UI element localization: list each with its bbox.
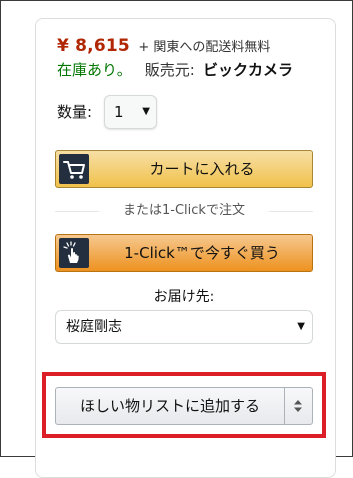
price-row: ¥ 8,615 + 関東への配送料無料 [57,35,270,59]
availability-row: 在庫あり。 販売元: ビックカメラ [57,59,293,81]
quantity-value: 1 [114,103,124,121]
or-divider: または1-Clickで注文 [55,201,313,221]
add-to-wishlist-button[interactable]: ほしい物リストに追加する [55,387,313,425]
add-to-cart-button[interactable]: カートに入れる [55,150,313,188]
caret-down-icon: ▼ [297,321,305,332]
price: ¥ 8,615 [57,36,130,56]
seller-name: ビックカメラ [202,61,293,79]
tap-hand-icon [59,238,89,268]
one-click-buy-label: 1-Click™で今すぐ買う [124,244,280,262]
quantity-select[interactable]: 1 ▼ [104,95,157,129]
caret-down-icon: ▼ [142,106,150,117]
seller-label: 販売元: [144,61,195,79]
wishlist-dropdown-toggle[interactable] [284,388,312,424]
delivery-address-value: 桜庭剛志 [66,319,122,335]
one-click-buy-button[interactable]: 1-Click™で今すぐ買う [55,234,313,272]
shipping-info: + 関東への配送料無料 [138,40,271,55]
add-to-wishlist-label: ほしい物リストに追加する [79,397,260,415]
quantity-label: 数量: [57,103,93,121]
up-down-arrows-icon [294,400,302,412]
cart-icon [59,154,89,184]
deliver-to-label: お届け先: [153,289,215,305]
divider-text: または1-Clickで注文 [123,203,245,218]
delivery-address-select[interactable]: 桜庭剛志 ▼ [55,310,313,344]
divider-line-right [269,211,313,212]
divider-line-left [55,211,99,212]
add-to-cart-label: カートに入れる [149,160,255,178]
stock-status: 在庫あり。 [57,61,132,79]
